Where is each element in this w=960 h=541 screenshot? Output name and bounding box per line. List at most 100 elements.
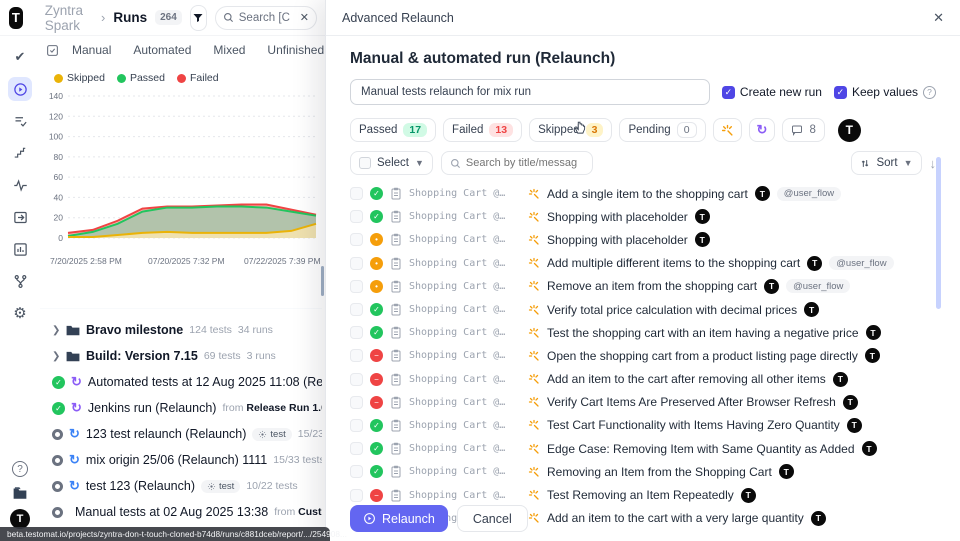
tree-folder-row[interactable]: ❯Build: Version 7.1569 tests3 runs — [40, 343, 322, 369]
manual-tests-filter-chip[interactable] — [713, 118, 742, 142]
skipped-filter-chip[interactable]: Skipped 3 — [529, 118, 612, 142]
app-logo[interactable]: T — [9, 7, 23, 29]
test-row[interactable]: • Shopping Cart @… Add multiple differen… — [350, 252, 936, 275]
runs-search[interactable]: ✕ — [215, 6, 317, 30]
rail-settings-icon[interactable]: ⚙ — [8, 301, 32, 325]
test-title[interactable]: Open the shopping cart from a product li… — [547, 349, 858, 363]
modal-list-scrollbar[interactable] — [936, 157, 941, 309]
test-row[interactable]: • Shopping Cart @… Shopping with placeho… — [350, 228, 936, 251]
tree-run-row[interactable]: ↻123 test relaunch (Relaunch) test15/23 … — [40, 421, 322, 447]
tree-folder-row[interactable]: ❯Bravo milestone124 tests34 runs — [40, 317, 322, 343]
create-new-run-option[interactable]: ✓ Create new run — [722, 85, 822, 99]
test-title[interactable]: Add a single item to the shopping cart — [547, 187, 748, 201]
test-row[interactable]: ✓ Shopping Cart @… Test the shopping car… — [350, 321, 936, 344]
automated-tests-filter-chip[interactable]: ↻ — [749, 118, 776, 142]
test-checkbox[interactable] — [350, 303, 363, 316]
test-checkbox[interactable] — [350, 465, 363, 478]
test-checkbox[interactable] — [350, 280, 363, 293]
rail-import-icon[interactable] — [8, 205, 32, 229]
test-checkbox[interactable] — [350, 489, 363, 502]
breadcrumb-project[interactable]: Zyntra Spark — [45, 3, 93, 33]
assignee-avatar[interactable]: T — [838, 119, 861, 142]
tab-manual[interactable]: Manual — [61, 43, 122, 57]
test-title[interactable]: Removing an Item from the Shopping Cart — [547, 465, 772, 479]
test-checkbox[interactable] — [350, 187, 363, 200]
test-title[interactable]: Remove an item from the shopping cart — [547, 279, 757, 293]
cancel-button[interactable]: Cancel — [457, 505, 528, 532]
test-search-input[interactable] — [466, 157, 584, 169]
test-title[interactable]: Edge Case: Removing Item with Same Quant… — [547, 442, 855, 456]
close-icon[interactable]: ✕ — [933, 10, 944, 26]
test-row[interactable]: ✓ Shopping Cart @… Edge Case: Removing I… — [350, 437, 936, 460]
relaunch-button[interactable]: Relaunch — [350, 505, 448, 532]
test-title[interactable]: Shopping with placeholder — [547, 210, 688, 224]
chevron-right-icon[interactable]: ❯ — [52, 325, 60, 336]
test-checkbox[interactable] — [350, 442, 363, 455]
run-name-input[interactable] — [350, 79, 710, 105]
tree-run-row[interactable]: ✓↻Jenkins run (Relaunch)from Release Run… — [40, 395, 322, 421]
test-title[interactable]: Shopping with placeholder — [547, 233, 688, 247]
user-avatar[interactable]: T — [10, 509, 30, 529]
help-icon[interactable]: ? — [12, 461, 28, 477]
test-checkbox[interactable] — [350, 373, 363, 386]
test-title[interactable]: Add an item to the cart with a very larg… — [547, 511, 804, 525]
chevron-right-icon[interactable]: ❯ — [52, 351, 60, 362]
select-dropdown[interactable]: Select ▼ — [350, 151, 433, 175]
test-row[interactable]: − Shopping Cart @… Verify Cart Items Are… — [350, 391, 936, 414]
tree-run-row[interactable]: Manual tests at 02 Aug 2025 13:38from Cu… — [40, 499, 322, 525]
test-row[interactable]: ✓ Shopping Cart @… Test Cart Functionali… — [350, 414, 936, 437]
pending-filter-chip[interactable]: Pending 0 — [619, 118, 705, 142]
rail-branches-icon[interactable] — [8, 269, 32, 293]
rail-tests-icon[interactable]: ✔ — [8, 45, 32, 69]
select-runs-icon[interactable] — [46, 44, 59, 57]
test-checkbox[interactable] — [350, 326, 363, 339]
test-checkbox[interactable] — [350, 349, 363, 362]
select-all-checkbox[interactable] — [359, 157, 371, 169]
rail-plans-icon[interactable] — [8, 109, 32, 133]
checkbox-checked-icon[interactable]: ✓ — [834, 86, 847, 99]
tab-unfinished[interactable]: Unfinished — [256, 43, 335, 57]
test-title[interactable]: Add multiple different items to the shop… — [547, 256, 800, 270]
passed-filter-chip[interactable]: Passed 17 — [350, 118, 436, 142]
test-row[interactable]: − Shopping Cart @… Open the shopping car… — [350, 344, 936, 367]
test-checkbox[interactable] — [350, 233, 363, 246]
test-search-box[interactable] — [441, 151, 593, 175]
tab-mixed[interactable]: Mixed — [202, 43, 256, 57]
filter-button[interactable] — [190, 5, 207, 31]
test-checkbox[interactable] — [350, 396, 363, 409]
test-title[interactable]: Add an item to the cart after removing a… — [547, 372, 826, 386]
sort-dropdown[interactable]: Sort ▼ — [851, 151, 921, 175]
test-title[interactable]: Test Removing an Item Repeatedly — [547, 488, 734, 502]
test-title[interactable]: Verify total price calculation with deci… — [547, 303, 797, 317]
test-row[interactable]: − Shopping Cart @… Test Removing an Item… — [350, 483, 936, 506]
tree-run-row[interactable]: ✓↻Automated tests at 12 Aug 2025 11:08 (… — [40, 369, 322, 395]
failed-filter-chip[interactable]: Failed 13 — [443, 118, 522, 142]
rail-steps-icon[interactable] — [8, 141, 32, 165]
test-row[interactable]: ✓ Shopping Cart @… Verify total price ca… — [350, 298, 936, 321]
test-row[interactable]: − Shopping Cart @… Add an item to the ca… — [350, 368, 936, 391]
tree-run-row[interactable]: ↻mix origin 25/06 (Relaunch) 111115/33 t… — [40, 447, 322, 473]
test-title[interactable]: Test Cart Functionality with Items Havin… — [547, 418, 840, 432]
tree-run-row[interactable]: ↻test 123 (Relaunch) test10/22 tests — [40, 473, 322, 499]
test-row[interactable]: ✓ Shopping Cart @… Add a single item to … — [350, 182, 936, 205]
test-checkbox[interactable] — [350, 419, 363, 432]
rail-runs-icon[interactable] — [8, 77, 32, 101]
test-checkbox[interactable] — [350, 210, 363, 223]
tab-automated[interactable]: Automated — [122, 43, 202, 57]
keep-values-option[interactable]: ✓ Keep values ? — [834, 85, 936, 99]
test-title[interactable]: Verify Cart Items Are Preserved After Br… — [547, 395, 836, 409]
comments-filter-chip[interactable]: 8 — [782, 118, 824, 142]
runs-search-input[interactable] — [239, 12, 295, 24]
rail-reports-icon[interactable] — [8, 237, 32, 261]
left-panel-scrollbar[interactable] — [321, 266, 324, 296]
help-tooltip-icon[interactable]: ? — [923, 86, 936, 99]
test-row[interactable]: • Shopping Cart @… Remove an item from t… — [350, 275, 936, 298]
test-row[interactable]: ✓ Shopping Cart @… Removing an Item from… — [350, 460, 936, 483]
clear-search-icon[interactable]: ✕ — [300, 11, 309, 24]
test-checkbox[interactable] — [350, 257, 363, 270]
test-title[interactable]: Test the shopping cart with an item havi… — [547, 326, 859, 340]
projects-folder-icon[interactable] — [12, 486, 28, 500]
checkbox-checked-icon[interactable]: ✓ — [722, 86, 735, 99]
breadcrumb-page[interactable]: Runs — [113, 10, 147, 25]
test-row[interactable]: ✓ Shopping Cart @… Shopping with placeho… — [350, 205, 936, 228]
